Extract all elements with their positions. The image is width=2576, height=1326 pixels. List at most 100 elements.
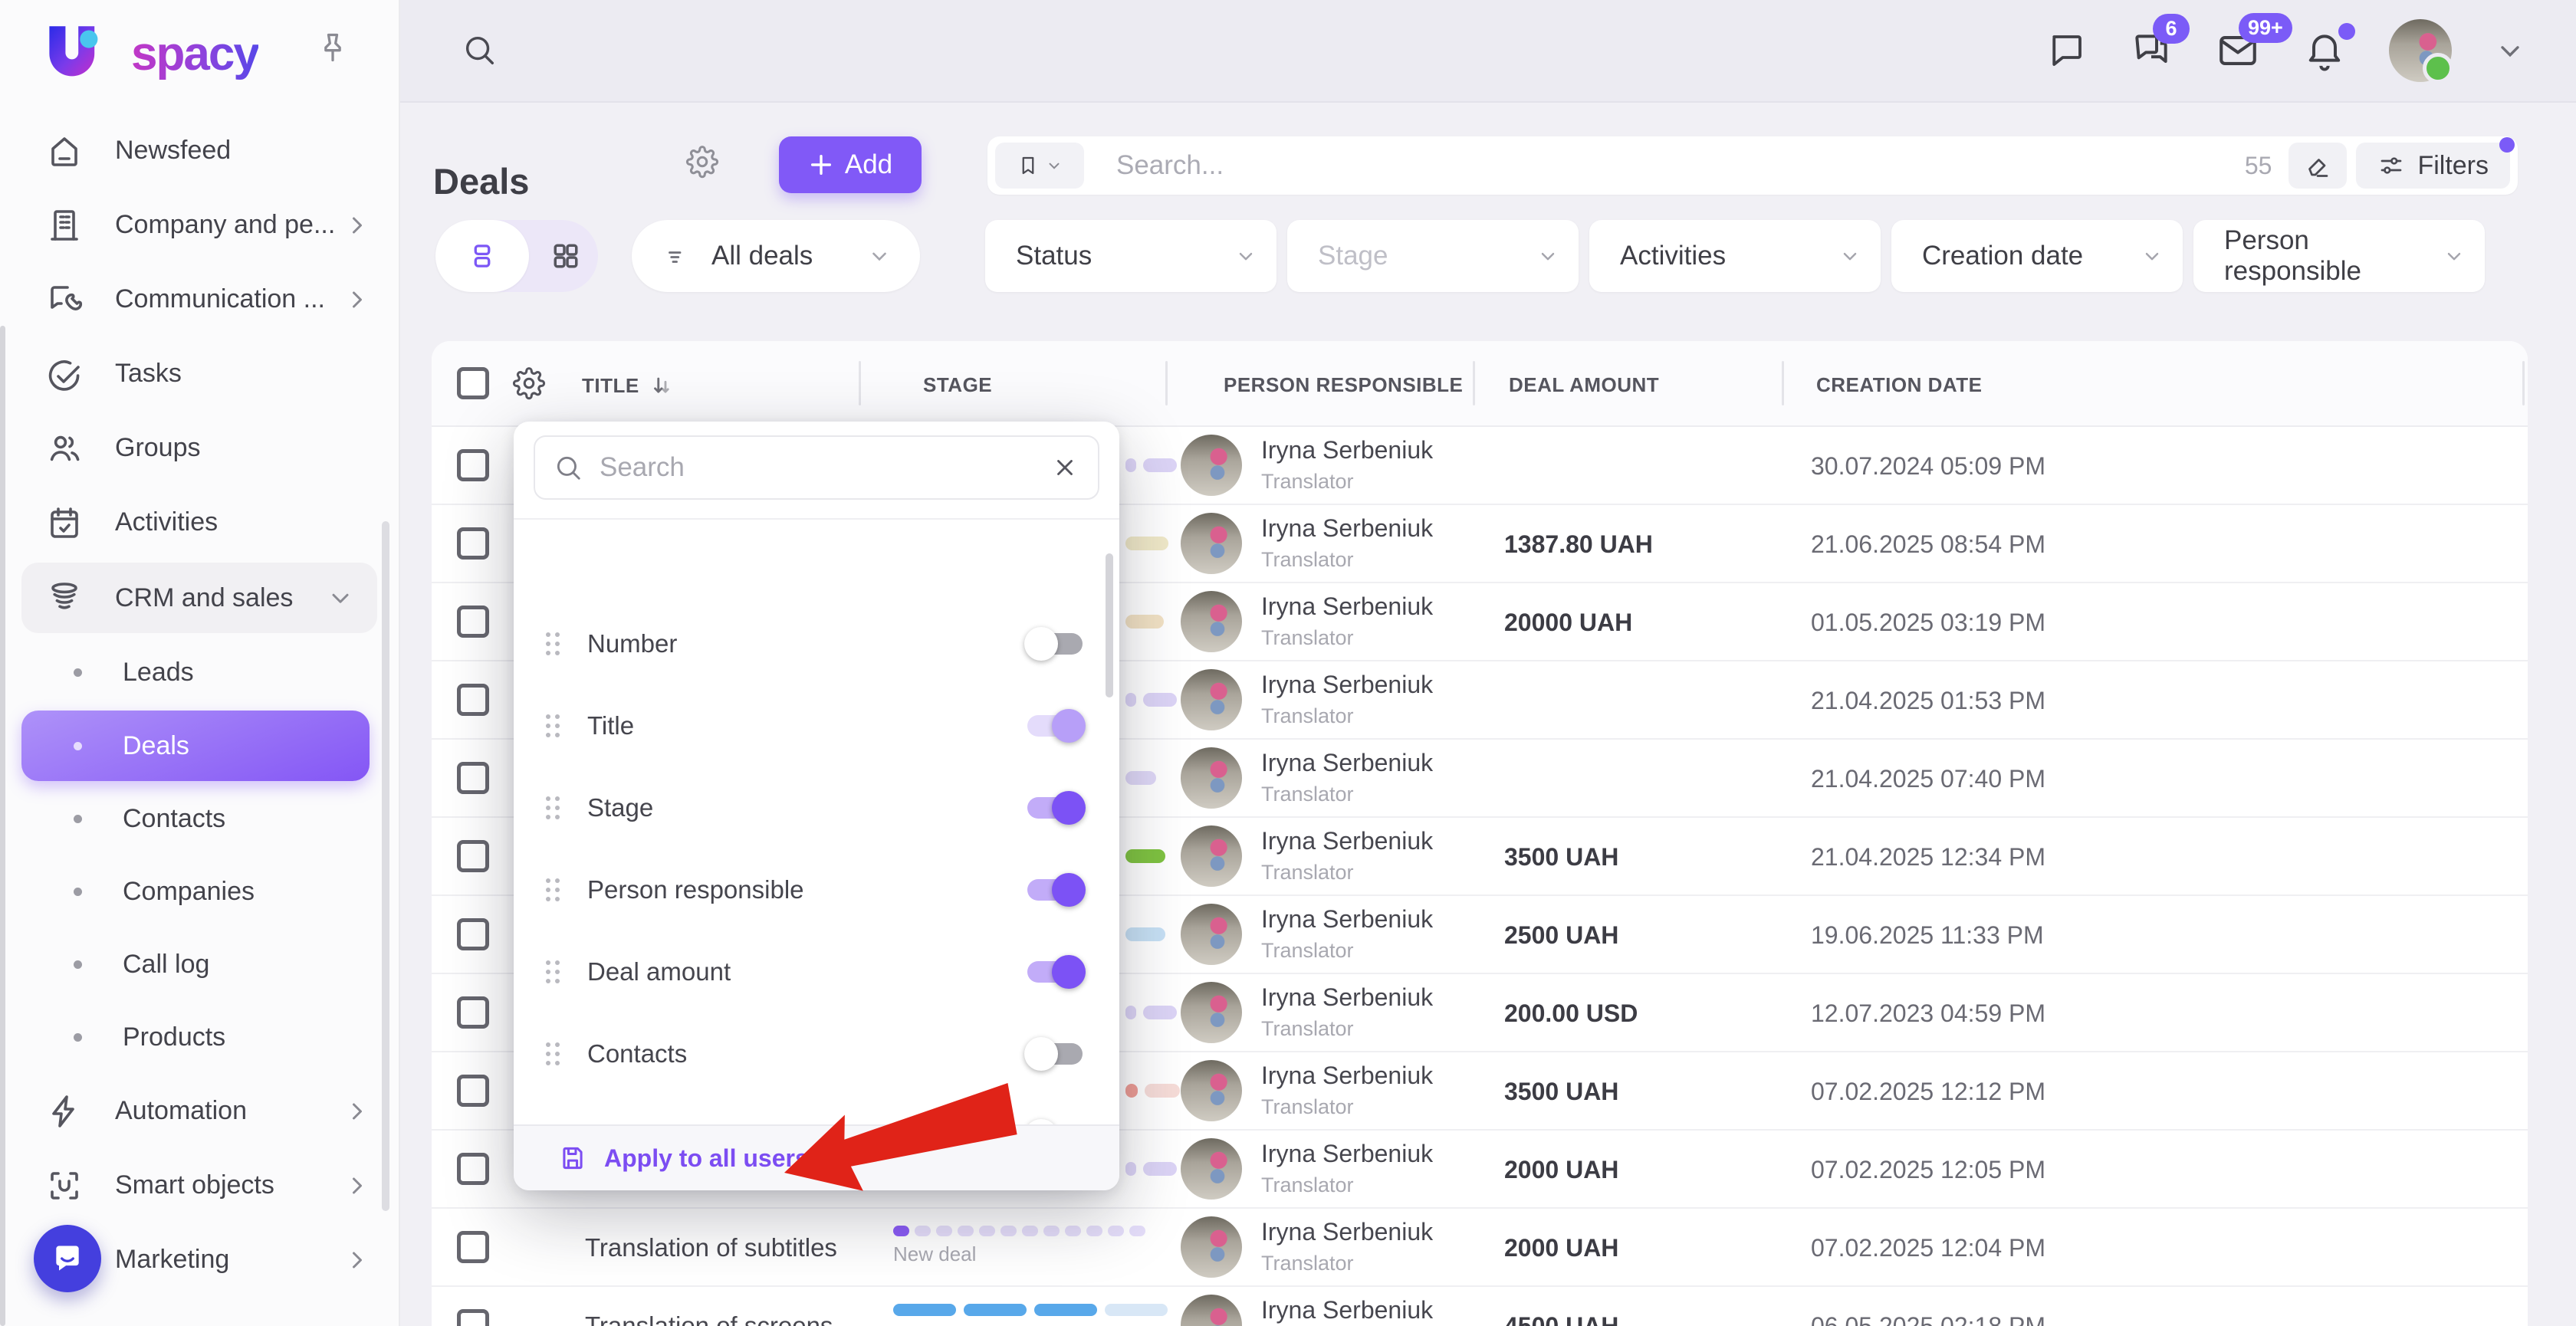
drag-handle-icon[interactable]	[546, 960, 560, 983]
person-name[interactable]: Iryna Serbeniuk	[1261, 1140, 1433, 1168]
filter-chip-activities[interactable]: Activities	[1589, 220, 1881, 292]
sidebar-item-call-log[interactable]: Call log	[0, 928, 399, 1001]
chat-launcher-button[interactable]	[34, 1225, 101, 1292]
sidebar-item-groups[interactable]: Groups	[0, 411, 399, 485]
deals-scope-dropdown[interactable]: All deals	[632, 220, 920, 292]
person-name[interactable]: Iryna Serbeniuk	[1261, 514, 1433, 543]
row-checkbox[interactable]	[457, 918, 489, 950]
person-avatar[interactable]	[1181, 747, 1242, 809]
column-header-person-responsible[interactable]: PERSON RESPONSIBLE	[1224, 373, 1463, 397]
column-header-stage[interactable]: STAGE	[923, 373, 992, 397]
toggle-person-responsible[interactable]	[1027, 879, 1083, 901]
profile-menu-chevron[interactable]	[2495, 35, 2525, 66]
row-checkbox[interactable]	[457, 449, 489, 481]
row-checkbox[interactable]	[457, 1075, 489, 1107]
table-row[interactable]: Translation of screens...In progressIryn…	[432, 1287, 2528, 1326]
page-scrollbar[interactable]	[0, 326, 5, 1326]
person-avatar[interactable]	[1181, 1295, 1242, 1326]
toggle-deal-amount[interactable]	[1027, 961, 1083, 983]
row-checkbox[interactable]	[457, 1153, 489, 1185]
person-name[interactable]: Iryna Serbeniuk	[1261, 671, 1433, 699]
person-avatar[interactable]	[1181, 904, 1242, 965]
row-checkbox[interactable]	[457, 840, 489, 872]
column-header-title[interactable]: TITLE	[582, 373, 675, 399]
person-avatar[interactable]	[1181, 669, 1242, 730]
filters-button[interactable]: Filters	[2356, 143, 2510, 189]
row-checkbox[interactable]	[457, 1231, 489, 1263]
sidebar-item-leads[interactable]: Leads	[0, 636, 399, 709]
filter-chip-status[interactable]: Status	[985, 220, 1276, 292]
clear-search-button[interactable]	[2288, 143, 2347, 189]
person-avatar[interactable]	[1181, 982, 1242, 1043]
person-avatar[interactable]	[1181, 1138, 1242, 1200]
person-name[interactable]: Iryna Serbeniuk	[1261, 592, 1433, 621]
deals-settings-gear-icon[interactable]	[685, 144, 720, 179]
person-name[interactable]: Iryna Serbeniuk	[1261, 905, 1433, 934]
sidebar-item-activities[interactable]: Activities	[0, 485, 399, 560]
filter-chip-creation-date[interactable]: Creation date	[1891, 220, 2183, 292]
notifications-button[interactable]	[2303, 29, 2346, 72]
list-view-button[interactable]	[435, 220, 529, 292]
filter-chip-person-responsible[interactable]: Person responsible	[2193, 220, 2485, 292]
person-name[interactable]: Iryna Serbeniuk	[1261, 1062, 1433, 1090]
add-deal-button[interactable]: Add	[779, 136, 922, 193]
column-settings-gear-icon[interactable]	[511, 366, 547, 401]
person-name[interactable]: Iryna Serbeniuk	[1261, 1218, 1433, 1246]
table-row[interactable]: Translation of subtitlesNew dealIryna Se…	[432, 1209, 2528, 1287]
drag-handle-icon[interactable]	[546, 714, 560, 737]
uspacy-logo[interactable]: spacy	[43, 21, 258, 86]
person-name[interactable]: Iryna Serbeniuk	[1261, 827, 1433, 855]
messenger-button[interactable]: 6	[2130, 29, 2173, 72]
drag-handle-icon[interactable]	[546, 878, 560, 901]
deals-search-input[interactable]	[1115, 149, 2245, 182]
popup-search-input[interactable]	[598, 451, 1044, 484]
person-name[interactable]: Iryna Serbeniuk	[1261, 1296, 1433, 1324]
popup-scrollbar[interactable]	[1106, 553, 1113, 697]
drag-handle-icon[interactable]	[546, 796, 560, 819]
apply-to-all-users-button[interactable]: Apply to all users	[558, 1144, 809, 1173]
sidebar-item-smart-objects[interactable]: Smart objects	[0, 1148, 399, 1223]
column-header-deal-amount[interactable]: DEAL AMOUNT	[1509, 373, 1659, 397]
kanban-view-button[interactable]	[549, 239, 583, 273]
sidebar-item-newsfeed[interactable]: Newsfeed	[0, 113, 399, 188]
sidebar-item-deals[interactable]: Deals	[21, 711, 370, 781]
person-avatar[interactable]	[1181, 825, 1242, 887]
toggle-stage[interactable]	[1027, 797, 1083, 819]
row-checkbox[interactable]	[457, 527, 489, 560]
column-header-creation-date[interactable]: CREATION DATE	[1816, 373, 1982, 397]
filter-chip-stage[interactable]: Stage	[1287, 220, 1579, 292]
sidebar-item-products[interactable]: Products	[0, 1001, 399, 1074]
sidebar-item-crm-and-sales[interactable]: CRM and sales	[21, 563, 377, 633]
sidebar-item-company-and-pe[interactable]: Company and pe...	[0, 188, 399, 262]
sidebar-item-tasks[interactable]: Tasks	[0, 336, 399, 411]
drag-handle-icon[interactable]	[546, 1042, 560, 1065]
toggle-number[interactable]	[1027, 633, 1083, 655]
row-checkbox[interactable]	[457, 684, 489, 716]
comments-button[interactable]	[2045, 30, 2087, 71]
deal-title[interactable]: Translation of subtitles	[585, 1233, 837, 1262]
global-search-icon[interactable]	[462, 32, 497, 67]
person-avatar[interactable]	[1181, 435, 1242, 496]
row-checkbox[interactable]	[457, 762, 489, 794]
mail-button[interactable]: 99+	[2216, 28, 2260, 73]
row-checkbox[interactable]	[457, 1309, 489, 1326]
person-name[interactable]: Iryna Serbeniuk	[1261, 436, 1433, 464]
sidebar-item-contacts[interactable]: Contacts	[0, 783, 399, 855]
select-all-checkbox[interactable]	[457, 367, 489, 399]
sidebar-item-automation[interactable]: Automation	[0, 1074, 399, 1148]
row-checkbox[interactable]	[457, 606, 489, 638]
user-avatar[interactable]	[2389, 19, 2452, 82]
sidebar-item-companies[interactable]: Companies	[0, 855, 399, 928]
drag-handle-icon[interactable]	[546, 632, 560, 655]
saved-filters-button[interactable]	[995, 143, 1084, 189]
person-name[interactable]: Iryna Serbeniuk	[1261, 749, 1433, 777]
person-avatar[interactable]	[1181, 1060, 1242, 1121]
row-checkbox[interactable]	[457, 996, 489, 1029]
pin-sidebar-icon[interactable]	[316, 31, 350, 64]
person-avatar[interactable]	[1181, 1216, 1242, 1278]
close-icon[interactable]	[1052, 455, 1078, 481]
toggle-title[interactable]	[1027, 715, 1083, 737]
person-avatar[interactable]	[1181, 591, 1242, 652]
deal-title[interactable]: Translation of screens...	[585, 1311, 854, 1326]
sidebar-item-communication[interactable]: Communication ...	[0, 262, 399, 336]
